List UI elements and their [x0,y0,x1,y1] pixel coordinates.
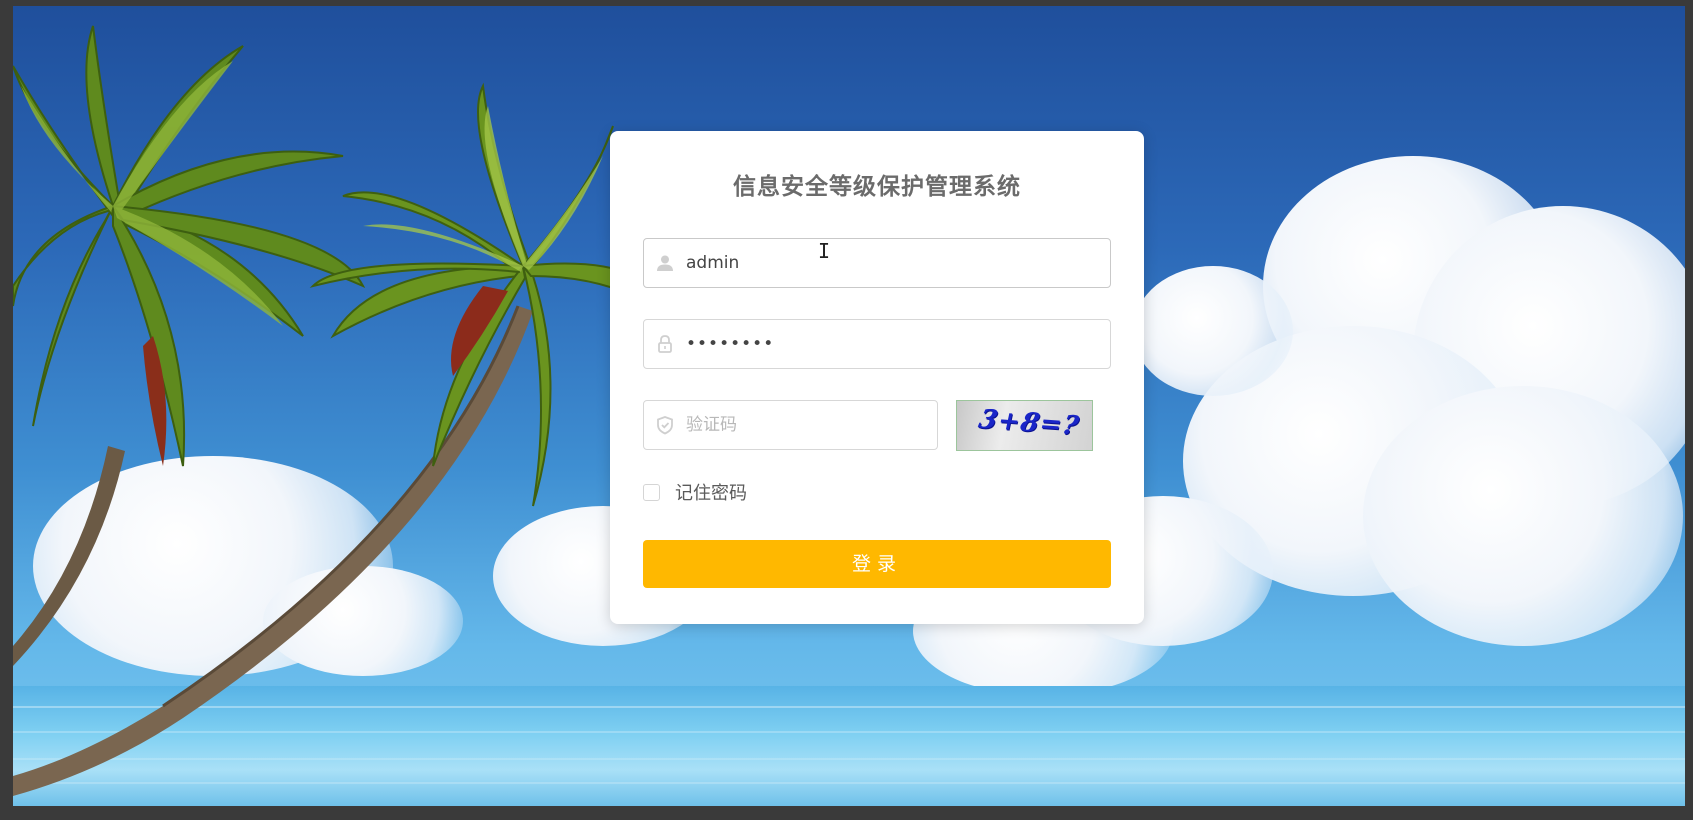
cloud [1133,266,1293,396]
password-input[interactable] [686,320,1100,368]
captcha-image-text: 3+8=? [975,404,1083,442]
remember-password-label: 记住密码 [675,483,747,504]
username-input[interactable] [686,239,1100,287]
captcha-image[interactable]: 3+8=? [956,400,1093,451]
shield-icon [657,416,673,435]
username-field[interactable] [643,238,1111,288]
text-cursor-icon: I [818,239,831,263]
remember-password-checkbox[interactable] [643,483,660,501]
captcha-field[interactable] [643,400,938,450]
cloud [1363,386,1683,646]
login-button[interactable]: 登录 [643,540,1111,588]
screen-frame: 信息安全等级保护管理系统 3+8=? [0,0,1693,820]
lock-icon [658,335,672,353]
page-title: 信息安全等级保护管理系统 [733,174,1021,200]
palm-trees-illustration [13,25,653,796]
login-card: 信息安全等级保护管理系统 3+8=? [610,131,1144,624]
password-field[interactable] [643,319,1111,369]
remember-password[interactable]: 记住密码 [643,480,747,504]
captcha-input[interactable] [686,401,927,449]
user-icon [657,255,673,271]
